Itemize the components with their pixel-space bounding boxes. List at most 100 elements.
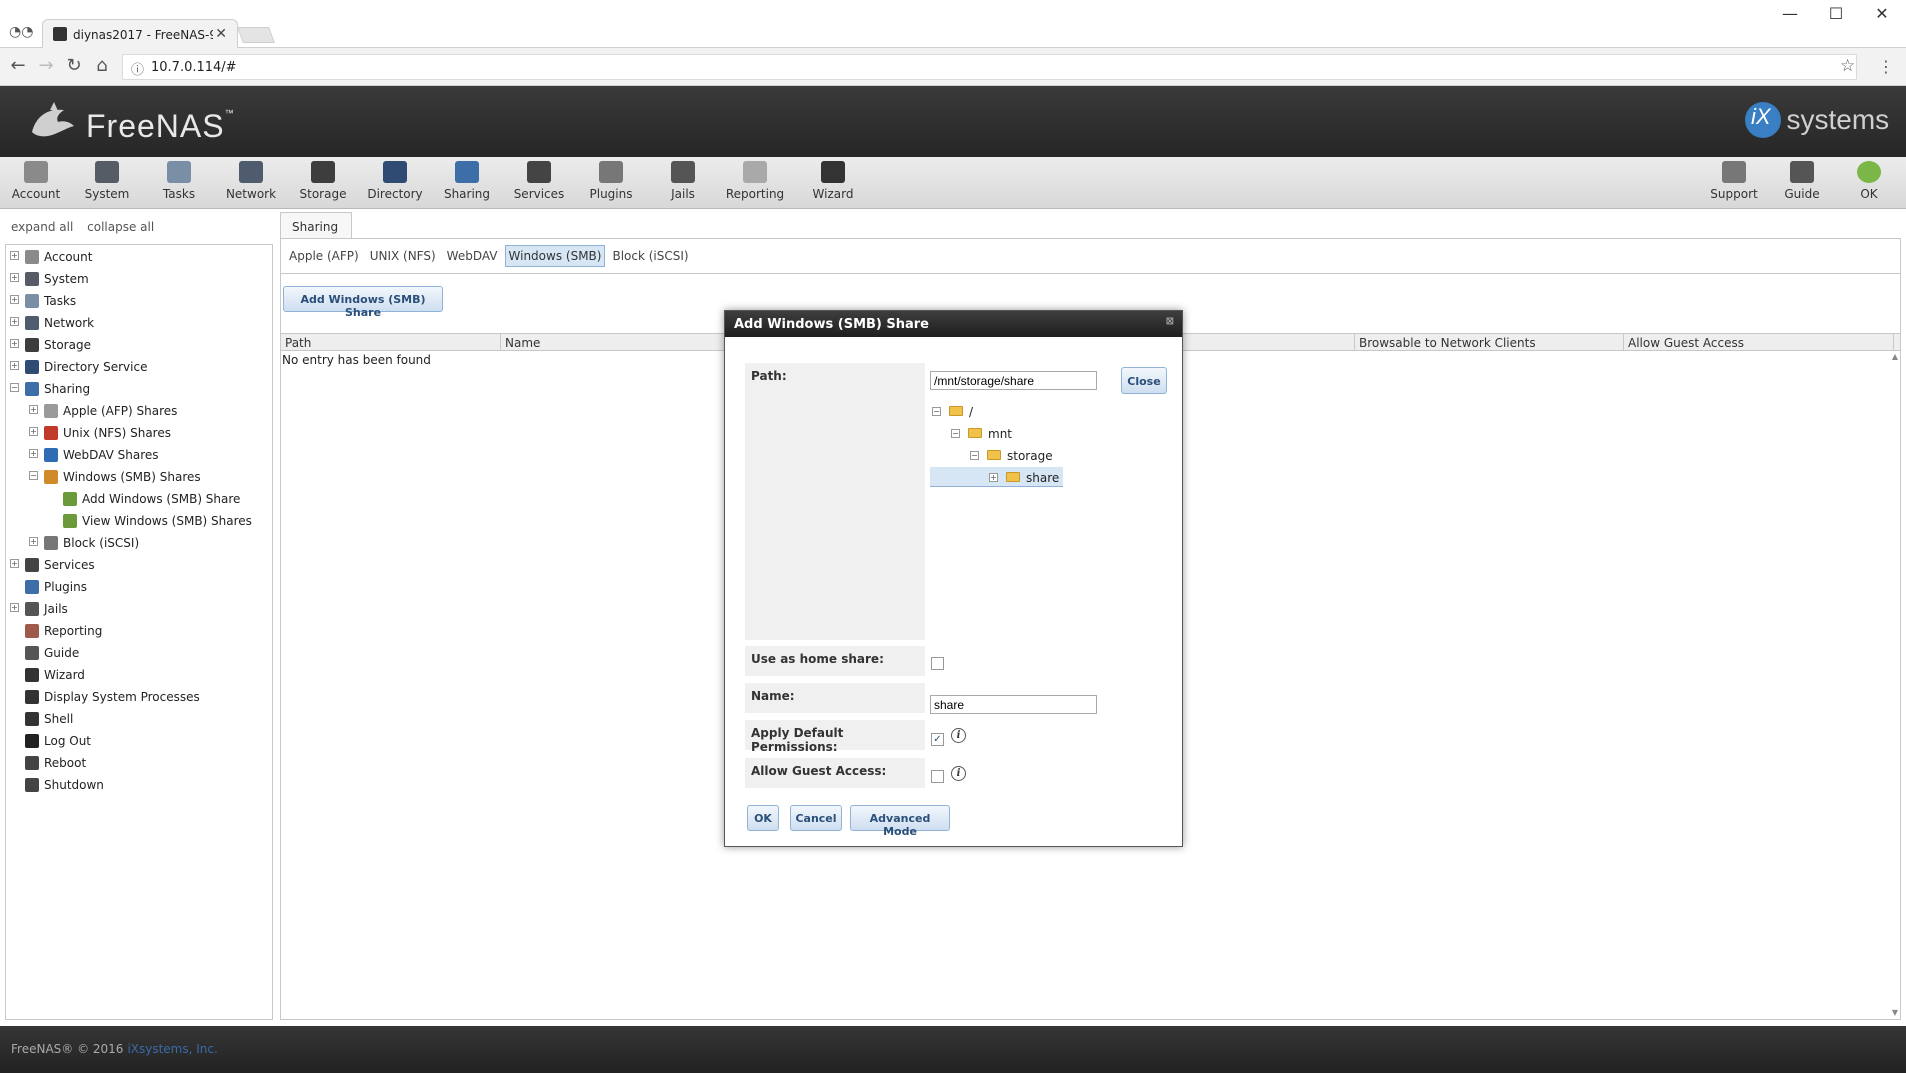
incognito-profile-icon[interactable]: ◔◔ — [9, 24, 33, 40]
guest-access-checkbox[interactable] — [931, 770, 944, 783]
tree-item-shell[interactable]: Shell — [6, 709, 272, 729]
tree-item-plugins[interactable]: Plugins — [6, 577, 272, 597]
toolbar-jails[interactable]: Jails — [650, 161, 716, 201]
expand-all-link[interactable]: expand all — [11, 220, 73, 234]
browser-tab[interactable]: diynas2017 - FreeNAS-9 ✕ — [42, 19, 238, 49]
dialog-close-icon[interactable]: ⊠ — [1166, 316, 1174, 327]
toolbar-system[interactable]: System — [74, 161, 140, 201]
collapse-all-link[interactable]: collapse all — [87, 220, 154, 234]
toolbar-sharing[interactable]: Sharing — [434, 161, 500, 201]
ok-button[interactable]: OK — [747, 805, 779, 831]
tree-item-shutdown[interactable]: Shutdown — [6, 775, 272, 795]
toolbar-account[interactable]: Account — [3, 161, 69, 201]
home-share-checkbox[interactable] — [931, 657, 944, 670]
scroll-down-arrow-icon[interactable]: ▼ — [1892, 1008, 1898, 1017]
tree-item-unix-nfs-shares[interactable]: + Unix (NFS) Shares — [6, 423, 272, 443]
expand-icon[interactable]: + — [989, 473, 998, 482]
expand-icon[interactable]: + — [10, 317, 19, 326]
tree-item-network[interactable]: + Network — [6, 313, 272, 333]
tree-item-reboot[interactable]: Reboot — [6, 753, 272, 773]
toolbar-reporting[interactable]: Reporting — [722, 161, 788, 201]
toolbar-ok[interactable]: OK — [1836, 161, 1902, 201]
home-icon[interactable]: ⌂ — [90, 55, 114, 76]
new-tab-button[interactable] — [237, 27, 275, 43]
toolbar-tasks[interactable]: Tasks — [146, 161, 212, 201]
expand-icon[interactable]: + — [10, 273, 19, 282]
tree-item-log-out[interactable]: Log Out — [6, 731, 272, 751]
permissions-info-icon[interactable]: i — [951, 728, 966, 743]
expand-icon[interactable]: + — [10, 251, 19, 260]
folder-node-storage[interactable]: − storage — [930, 445, 1070, 465]
tree-item-guide[interactable]: Guide — [6, 643, 272, 663]
collapse-icon[interactable]: − — [951, 429, 960, 438]
tree-item-services[interactable]: + Services — [6, 555, 272, 575]
minimize-button[interactable]: — — [1768, 4, 1812, 23]
close-window-button[interactable]: ✕ — [1860, 4, 1904, 23]
expand-icon[interactable]: + — [29, 405, 38, 414]
subtab-webdav[interactable]: WebDAV — [443, 245, 502, 267]
ixsystems-link[interactable]: iXsystems, Inc. — [127, 1042, 217, 1056]
add-smb-share-button[interactable]: Add Windows (SMB) Share — [283, 286, 443, 319]
path-browser-close-button[interactable]: Close — [1121, 367, 1167, 394]
back-icon[interactable]: ← — [6, 55, 30, 76]
tree-item-sharing[interactable]: − Sharing — [6, 379, 272, 399]
subtab-unix-nfs[interactable]: UNIX (NFS) — [366, 245, 440, 267]
tab-sharing[interactable]: Sharing — [280, 212, 352, 238]
toolbar-guide[interactable]: Guide — [1769, 161, 1835, 201]
forward-icon[interactable]: → — [34, 55, 58, 76]
expand-icon[interactable]: + — [10, 559, 19, 568]
tree-item-view-windows-smb-shares[interactable]: View Windows (SMB) Shares — [6, 511, 272, 531]
column-path[interactable]: Path — [281, 334, 501, 351]
scroll-up-arrow-icon[interactable]: ▲ — [1892, 352, 1898, 361]
toolbar-storage[interactable]: Storage — [290, 161, 356, 201]
expand-icon[interactable]: + — [10, 295, 19, 304]
tree-item-webdav-shares[interactable]: + WebDAV Shares — [6, 445, 272, 465]
column-guest-access[interactable]: Allow Guest Access — [1624, 334, 1894, 351]
cancel-button[interactable]: Cancel — [790, 805, 842, 831]
reload-icon[interactable]: ↻ — [62, 55, 86, 76]
tab-close-icon[interactable]: ✕ — [215, 26, 227, 42]
tree-item-wizard[interactable]: Wizard — [6, 665, 272, 685]
folder-node-share[interactable]: + share — [930, 467, 1063, 487]
expand-icon[interactable]: + — [10, 361, 19, 370]
folder-node-root[interactable]: − / — [930, 401, 1070, 421]
folder-node-mnt[interactable]: − mnt — [930, 423, 1070, 443]
tree-item-apple-afp-shares[interactable]: + Apple (AFP) Shares — [6, 401, 272, 421]
column-browsable[interactable]: Browsable to Network Clients — [1354, 334, 1624, 351]
toolbar-wizard[interactable]: Wizard — [800, 161, 866, 201]
default-permissions-checkbox[interactable]: ✓ — [931, 733, 944, 746]
subtab-block-iscsi[interactable]: Block (iSCSI) — [608, 245, 692, 267]
toolbar-directory[interactable]: Directory — [362, 161, 428, 201]
expand-icon[interactable]: + — [29, 427, 38, 436]
toolbar-network[interactable]: Network — [218, 161, 284, 201]
browser-menu-icon[interactable]: ⋮ — [1878, 57, 1894, 76]
tree-item-tasks[interactable]: + Tasks — [6, 291, 272, 311]
collapse-icon[interactable]: − — [10, 383, 19, 392]
tree-item-storage[interactable]: + Storage — [6, 335, 272, 355]
name-input[interactable] — [930, 695, 1097, 714]
bookmark-star-icon[interactable]: ☆ — [1840, 56, 1855, 76]
site-info-icon[interactable]: ⓘ — [131, 59, 144, 78]
path-input[interactable] — [930, 371, 1097, 390]
tree-item-windows-smb-shares[interactable]: − Windows (SMB) Shares — [6, 467, 272, 487]
tree-item-account[interactable]: + Account — [6, 247, 272, 267]
expand-icon[interactable]: + — [29, 537, 38, 546]
guest-access-info-icon[interactable]: i — [951, 766, 966, 781]
subtab-windows-smb[interactable]: Windows (SMB) — [504, 245, 606, 267]
advanced-mode-button[interactable]: Advanced Mode — [850, 805, 950, 838]
tree-item-display-system-processes[interactable]: Display System Processes — [6, 687, 272, 707]
toolbar-services[interactable]: Services — [506, 161, 572, 201]
collapse-icon[interactable]: − — [29, 471, 38, 480]
toolbar-plugins[interactable]: Plugins — [578, 161, 644, 201]
toolbar-support[interactable]: Support — [1701, 161, 1767, 201]
tree-item-directory-service[interactable]: + Directory Service — [6, 357, 272, 377]
tree-item-system[interactable]: + System — [6, 269, 272, 289]
tree-item-jails[interactable]: + Jails — [6, 599, 272, 619]
tree-item-add-windows-smb-share[interactable]: Add Windows (SMB) Share — [6, 489, 272, 509]
collapse-icon[interactable]: − — [970, 451, 979, 460]
expand-icon[interactable]: + — [10, 603, 19, 612]
expand-icon[interactable]: + — [29, 449, 38, 458]
url-input[interactable]: ⓘ 10.7.0.114/# — [122, 54, 1857, 80]
subtab-apple-afp[interactable]: Apple (AFP) — [285, 245, 363, 267]
maximize-button[interactable]: ☐ — [1814, 4, 1858, 23]
